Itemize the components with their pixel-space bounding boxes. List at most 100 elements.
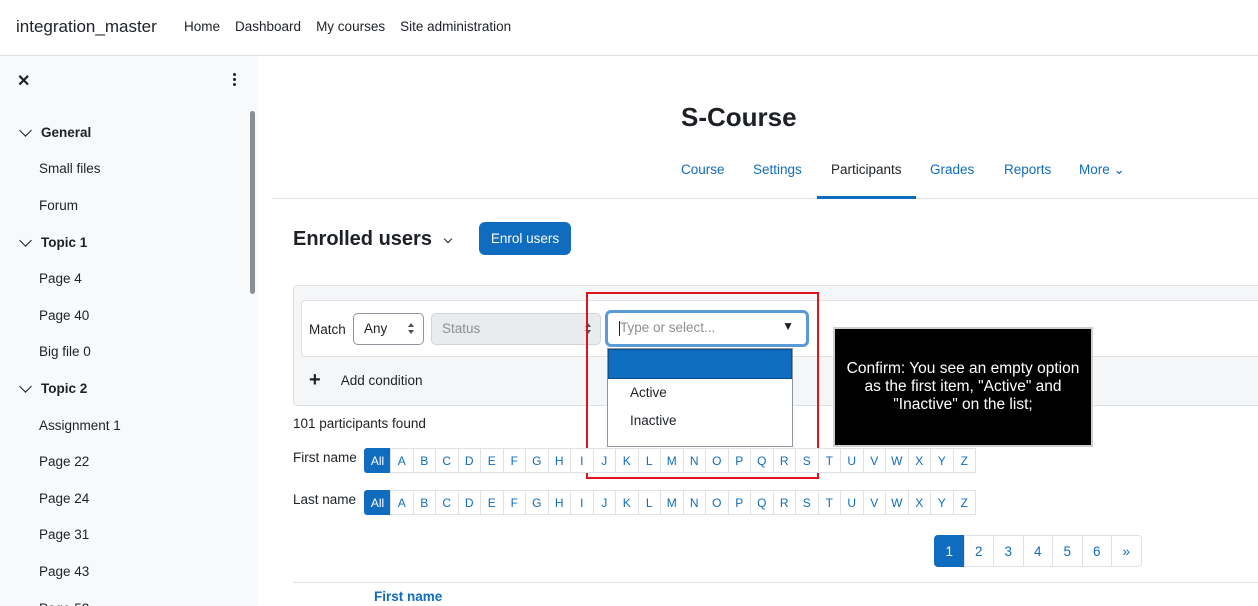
course-index-item[interactable]: Big file 0 bbox=[0, 334, 248, 371]
initial-n[interactable]: N bbox=[682, 490, 706, 515]
initial-j[interactable]: J bbox=[592, 490, 616, 515]
tab-more[interactable]: More ⌄ bbox=[1079, 162, 1125, 178]
initial-e[interactable]: E bbox=[480, 490, 504, 515]
initial-h[interactable]: H bbox=[547, 448, 571, 473]
initial-w[interactable]: W bbox=[885, 490, 909, 515]
add-condition-button[interactable]: + Add condition bbox=[309, 369, 423, 392]
tab-course[interactable]: Course bbox=[681, 162, 725, 177]
course-index-item[interactable]: Page 24 bbox=[0, 480, 248, 517]
initial-o[interactable]: O bbox=[705, 490, 729, 515]
course-index-section[interactable]: Topic 1 bbox=[0, 224, 248, 261]
initial-a[interactable]: A bbox=[390, 448, 414, 473]
page-5[interactable]: 5 bbox=[1052, 535, 1083, 567]
initial-d[interactable]: D bbox=[457, 490, 481, 515]
initial-t[interactable]: T bbox=[817, 448, 841, 473]
initial-e[interactable]: E bbox=[480, 448, 504, 473]
initial-l[interactable]: L bbox=[637, 490, 661, 515]
site-name[interactable]: integration_master bbox=[16, 17, 157, 37]
kebab-menu-icon[interactable] bbox=[228, 72, 240, 90]
option-inactive[interactable]: Inactive bbox=[608, 407, 792, 435]
initial-o[interactable]: O bbox=[705, 448, 729, 473]
nav-my-courses[interactable]: My courses bbox=[316, 19, 385, 34]
initial-b[interactable]: B bbox=[412, 490, 436, 515]
initial-g[interactable]: G bbox=[525, 448, 549, 473]
initial-n[interactable]: N bbox=[682, 448, 706, 473]
column-header-first-name[interactable]: First name bbox=[374, 589, 442, 604]
page-3[interactable]: 3 bbox=[993, 535, 1024, 567]
course-index-item[interactable]: Assignment 1 bbox=[0, 407, 248, 444]
initial-v[interactable]: V bbox=[862, 448, 886, 473]
nav-dashboard[interactable]: Dashboard bbox=[235, 19, 301, 34]
option-empty[interactable] bbox=[608, 349, 792, 379]
course-index-item[interactable]: Page 4 bbox=[0, 260, 248, 297]
course-index-item[interactable]: Small files bbox=[0, 151, 248, 188]
nav-home[interactable]: Home bbox=[184, 19, 220, 34]
close-icon[interactable]: ✕ bbox=[17, 71, 30, 91]
drawer-scrollbar[interactable] bbox=[250, 111, 255, 294]
initial-c[interactable]: C bbox=[435, 490, 459, 515]
page-2[interactable]: 2 bbox=[963, 535, 994, 567]
course-index-item[interactable]: Forum bbox=[0, 187, 248, 224]
initial-c[interactable]: C bbox=[435, 448, 459, 473]
page-1[interactable]: 1 bbox=[934, 535, 965, 567]
match-select[interactable]: Any bbox=[353, 313, 424, 345]
course-index-section[interactable]: General bbox=[0, 114, 248, 151]
nav-site-administration[interactable]: Site administration bbox=[400, 19, 511, 34]
initial-w[interactable]: W bbox=[885, 448, 909, 473]
tab-settings[interactable]: Settings bbox=[753, 162, 802, 177]
initial-s[interactable]: S bbox=[795, 490, 819, 515]
initial-j[interactable]: J bbox=[592, 448, 616, 473]
initial-u[interactable]: U bbox=[840, 490, 864, 515]
enrol-users-button[interactable]: Enrol users bbox=[479, 222, 571, 255]
initial-m[interactable]: M bbox=[660, 448, 684, 473]
initial-z[interactable]: Z bbox=[952, 490, 976, 515]
initial-g[interactable]: G bbox=[525, 490, 549, 515]
chevron-down-icon[interactable] bbox=[19, 233, 32, 247]
initial-r[interactable]: R bbox=[772, 490, 796, 515]
initial-all[interactable]: All bbox=[364, 448, 391, 473]
initial-z[interactable]: Z bbox=[952, 448, 976, 473]
initial-t[interactable]: T bbox=[817, 490, 841, 515]
initial-y[interactable]: Y bbox=[930, 490, 954, 515]
initial-q[interactable]: Q bbox=[750, 448, 774, 473]
initial-v[interactable]: V bbox=[862, 490, 886, 515]
initial-s[interactable]: S bbox=[795, 448, 819, 473]
option-active[interactable]: Active bbox=[608, 379, 792, 407]
initial-a[interactable]: A bbox=[390, 490, 414, 515]
next-page-button[interactable]: » bbox=[1111, 535, 1142, 567]
course-index-item[interactable]: Page 43 bbox=[0, 553, 248, 590]
initial-x[interactable]: X bbox=[907, 490, 931, 515]
initial-k[interactable]: K bbox=[615, 490, 639, 515]
course-index-item[interactable]: Page 31 bbox=[0, 517, 248, 554]
initial-r[interactable]: R bbox=[772, 448, 796, 473]
initial-x[interactable]: X bbox=[907, 448, 931, 473]
chevron-down-icon[interactable] bbox=[443, 234, 453, 244]
filter-value-autocomplete[interactable]: Type or select... ▼ bbox=[605, 310, 809, 347]
initial-h[interactable]: H bbox=[547, 490, 571, 515]
course-index-item[interactable]: Page 52 bbox=[0, 590, 248, 606]
initial-i[interactable]: I bbox=[570, 448, 594, 473]
tab-grades[interactable]: Grades bbox=[930, 162, 974, 177]
initial-f[interactable]: F bbox=[502, 490, 526, 515]
initial-y[interactable]: Y bbox=[930, 448, 954, 473]
page-4[interactable]: 4 bbox=[1022, 535, 1053, 567]
initial-all[interactable]: All bbox=[364, 490, 391, 515]
initial-i[interactable]: I bbox=[570, 490, 594, 515]
dropdown-arrow-icon[interactable]: ▼ bbox=[782, 319, 794, 333]
chevron-down-icon[interactable] bbox=[19, 123, 32, 137]
course-index-item[interactable]: Page 22 bbox=[0, 443, 248, 480]
tab-reports[interactable]: Reports bbox=[1004, 162, 1051, 177]
initial-d[interactable]: D bbox=[457, 448, 481, 473]
initial-p[interactable]: P bbox=[727, 490, 751, 515]
initial-u[interactable]: U bbox=[840, 448, 864, 473]
enrolled-users-heading[interactable]: Enrolled users bbox=[293, 228, 432, 251]
initial-q[interactable]: Q bbox=[750, 490, 774, 515]
initial-p[interactable]: P bbox=[727, 448, 751, 473]
initial-k[interactable]: K bbox=[615, 448, 639, 473]
course-index-item[interactable]: Page 40 bbox=[0, 297, 248, 334]
chevron-down-icon[interactable] bbox=[19, 380, 32, 393]
tab-participants[interactable]: Participants bbox=[831, 162, 902, 177]
initial-f[interactable]: F bbox=[502, 448, 526, 473]
course-index-section[interactable]: Topic 2 bbox=[0, 370, 248, 407]
initial-m[interactable]: M bbox=[660, 490, 684, 515]
